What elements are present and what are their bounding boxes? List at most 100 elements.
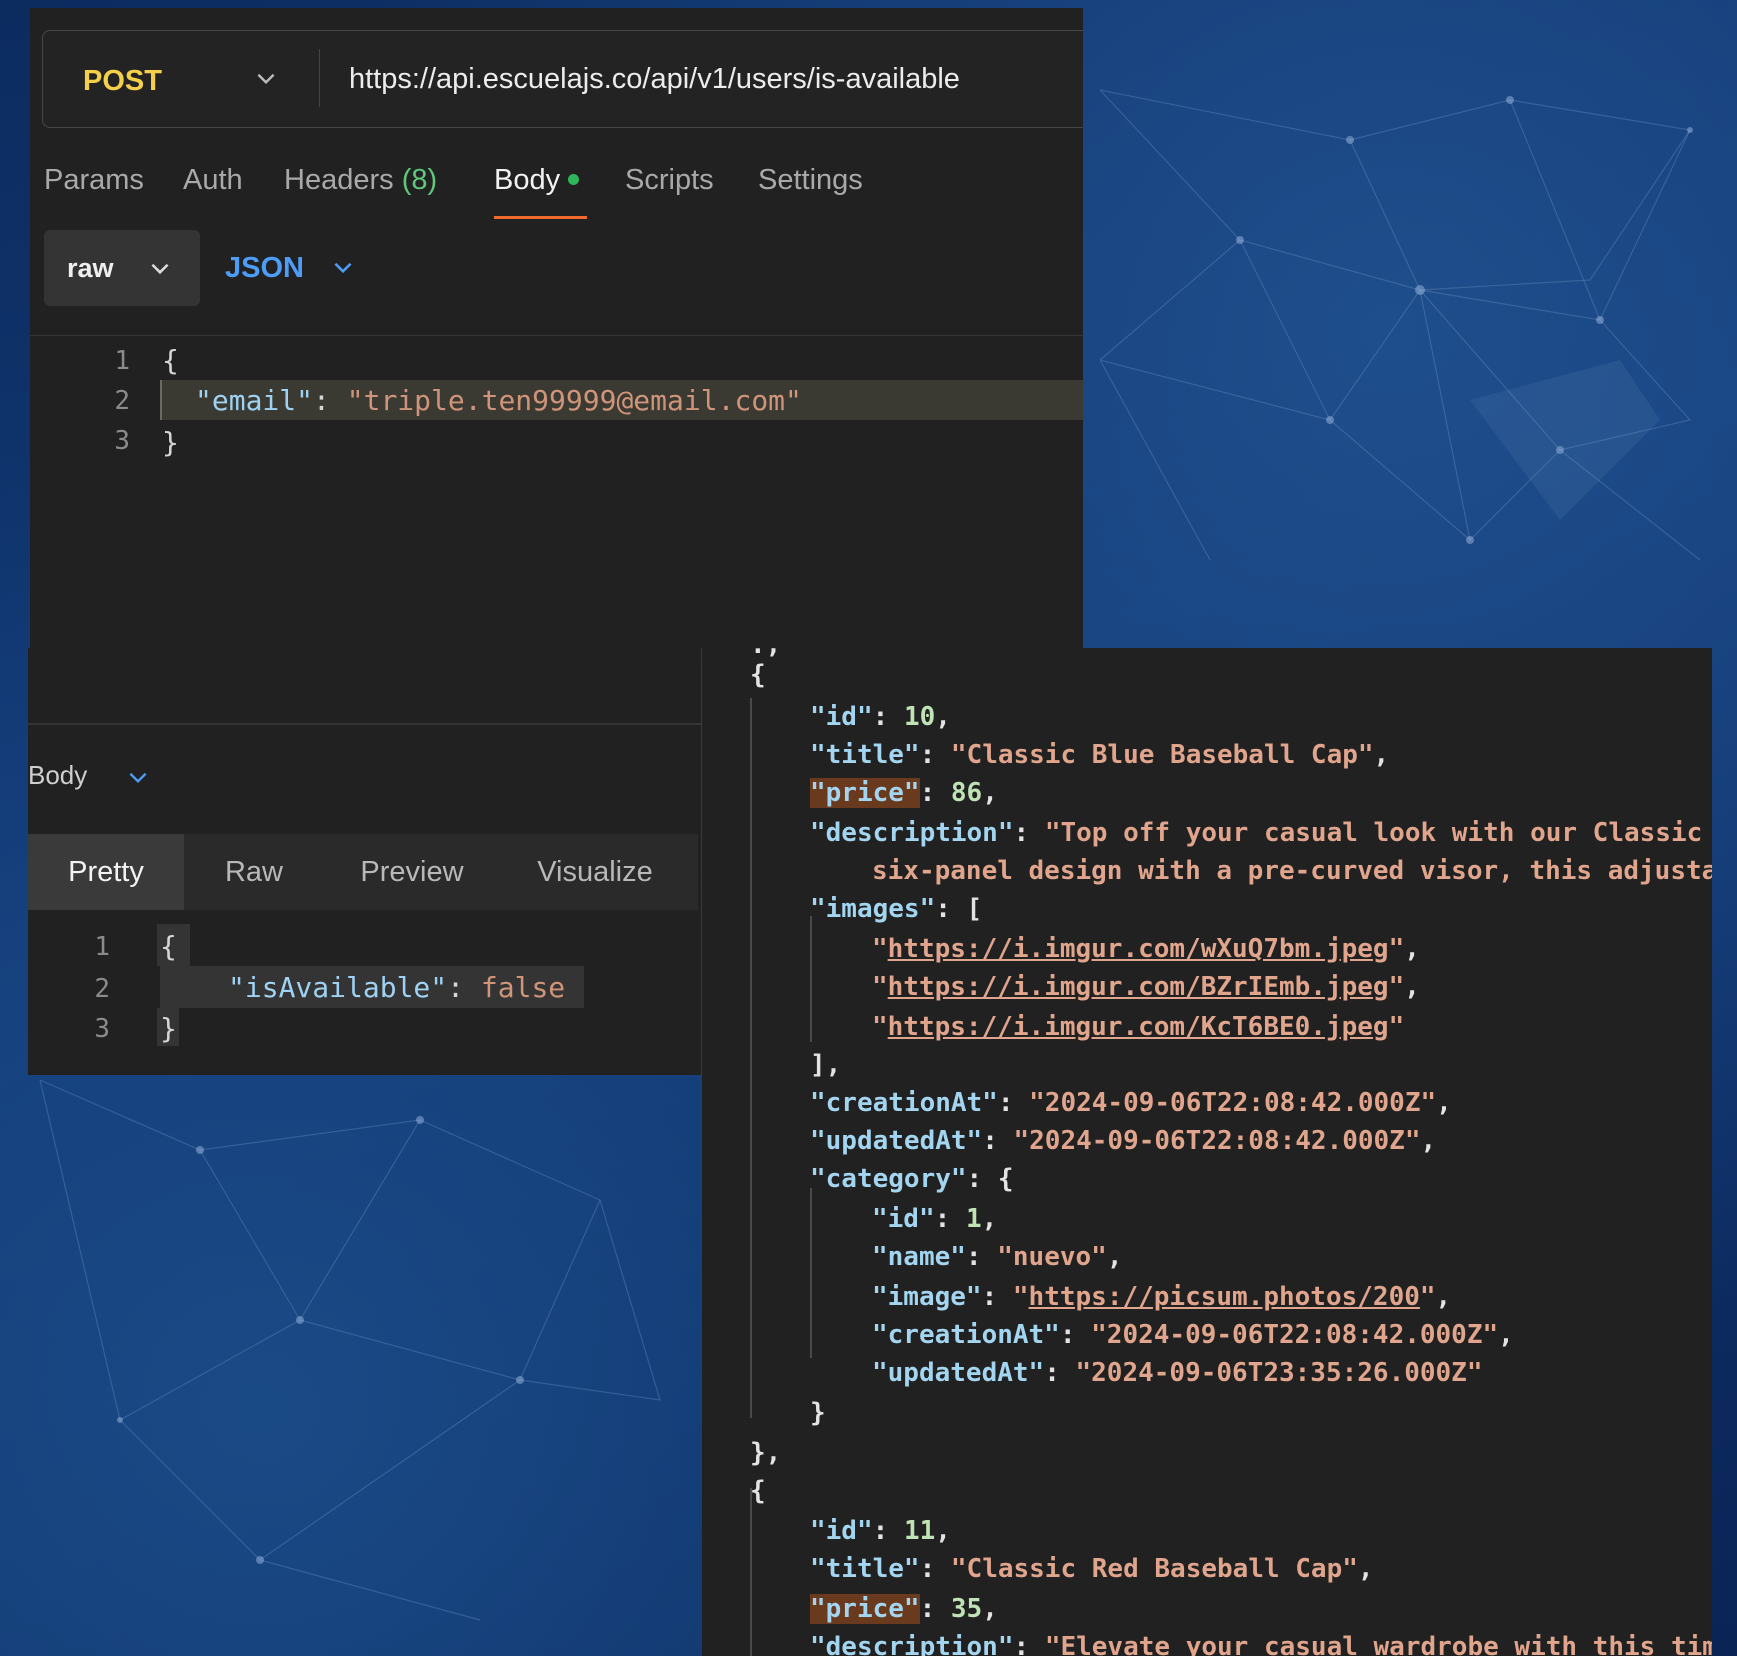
- tab-scripts[interactable]: Scripts: [625, 164, 714, 197]
- request-code-line[interactable]: "email": "triple.ten99999@email.com": [195, 384, 802, 417]
- json-key: "creationAt": [872, 1320, 1060, 1350]
- indent-guide: [160, 380, 162, 420]
- code-brace: {: [750, 1476, 766, 1506]
- body-mode-dropdown[interactable]: raw: [44, 230, 200, 306]
- json-colon: :: [447, 971, 481, 1004]
- code-brace: },: [750, 1438, 782, 1468]
- tab-settings[interactable]: Settings: [758, 164, 863, 197]
- image-link[interactable]: https://i.imgur.com/KcT6BE0.jpeg: [888, 1012, 1389, 1042]
- chevron-down-icon[interactable]: [125, 764, 151, 790]
- json-value: "nuevo": [997, 1242, 1107, 1272]
- json-line-description: "description": "Elevate your casual ward…: [810, 1632, 1712, 1656]
- body-format-dropdown[interactable]: JSON: [225, 252, 304, 285]
- json-image-url[interactable]: "https://i.imgur.com/KcT6BE0.jpeg": [872, 1012, 1404, 1042]
- json-key: "category": [810, 1164, 967, 1194]
- response-body-label[interactable]: Body: [28, 760, 87, 791]
- json-line-category: "category": {: [810, 1164, 1014, 1194]
- line-number: 2: [114, 386, 130, 416]
- json-value: "2024-09-06T23:35:26.000Z": [1075, 1358, 1483, 1388]
- code-brace: {: [162, 344, 179, 377]
- image-link[interactable]: https://i.imgur.com/wXuQ7bm.jpeg: [888, 934, 1389, 964]
- json-line-category-image[interactable]: "image": "https://picsum.photos/200",: [872, 1282, 1451, 1312]
- json-value-wrap: six-panel design with a pre-curved visor…: [872, 856, 1712, 886]
- json-value: "Top off your casual look with our Class…: [1044, 818, 1712, 848]
- json-line-category-updatedAt: "updatedAt": "2024-09-06T23:35:26.000Z": [872, 1358, 1483, 1388]
- json-key: "id": [872, 1204, 935, 1234]
- tab-headers-label: Headers: [284, 164, 394, 196]
- code-brace: }: [162, 426, 179, 459]
- json-value: 35: [950, 1594, 983, 1624]
- tab-raw[interactable]: Raw: [184, 834, 324, 910]
- products-json-panel: ., { "id": 10, "title": "Classic Blue Ba…: [702, 648, 1712, 1656]
- json-key: "email": [195, 384, 314, 417]
- tab-pretty[interactable]: Pretty: [28, 834, 184, 910]
- json-value: "Classic Red Baseball Cap": [950, 1554, 1358, 1584]
- json-key: "updatedAt": [810, 1126, 983, 1156]
- tab-params[interactable]: Params: [44, 164, 144, 197]
- json-line-price: "price": 35,: [810, 1594, 998, 1624]
- response-view-tabs: Pretty Raw Preview Visualize: [28, 834, 698, 910]
- status-dot-icon: [568, 174, 580, 185]
- json-key-highlighted: "price": [810, 1594, 920, 1624]
- json-key: "updatedAt": [872, 1358, 1045, 1388]
- json-line-category-name: "name": "nuevo",: [872, 1242, 1123, 1272]
- line-number: 2: [94, 974, 110, 1004]
- response-panel: Body Pretty Raw Preview Visualize 1 2 3 …: [28, 648, 701, 1075]
- method-selector[interactable]: POST: [83, 65, 162, 98]
- tab-visualize[interactable]: Visualize: [500, 834, 690, 910]
- json-colon: :: [313, 384, 347, 417]
- json-line-category-creationAt: "creationAt": "2024-09-06T22:08:42.000Z"…: [872, 1320, 1514, 1350]
- code-brace: {: [160, 930, 177, 963]
- chevron-down-icon: [151, 263, 169, 275]
- json-line-price: "price": 86,: [810, 778, 998, 808]
- json-key: "title": [810, 1554, 920, 1584]
- url-input[interactable]: https://api.escuelajs.co/api/v1/users/is…: [349, 63, 960, 96]
- code-bracket: ],: [810, 1050, 842, 1080]
- json-value: 1: [965, 1204, 982, 1234]
- json-value: false: [480, 971, 566, 1004]
- json-key: "image": [872, 1282, 982, 1312]
- code-brace: }: [160, 1012, 177, 1045]
- chevron-down-icon[interactable]: [330, 254, 356, 280]
- tab-headers[interactable]: Headers (8): [284, 164, 437, 197]
- code-fragment: .,: [750, 648, 781, 660]
- json-line-id: "id": 10,: [810, 702, 951, 732]
- json-value: "2024-09-06T22:08:42.000Z": [1091, 1320, 1499, 1350]
- json-value: "triple.ten99999@email.com": [346, 384, 802, 417]
- json-line-title: "title": "Classic Red Baseball Cap",: [810, 1554, 1374, 1584]
- divider: [28, 723, 701, 725]
- active-tab-indicator: [494, 216, 587, 219]
- json-key: "description": [810, 818, 1014, 848]
- json-line-images: "images": [: [810, 894, 983, 924]
- json-value: 86: [950, 778, 983, 808]
- json-image-url[interactable]: "https://i.imgur.com/wXuQ7bm.jpeg",: [872, 934, 1420, 964]
- json-line-category-id: "id": 1,: [872, 1204, 998, 1234]
- tab-auth[interactable]: Auth: [183, 164, 243, 197]
- json-image-url[interactable]: "https://i.imgur.com/BZrIEmb.jpeg",: [872, 972, 1420, 1002]
- tab-preview[interactable]: Preview: [324, 834, 500, 910]
- line-number: 1: [94, 932, 110, 962]
- headers-count: (8): [401, 164, 438, 196]
- chevron-down-icon[interactable]: [253, 65, 279, 91]
- tab-body[interactable]: Body: [494, 164, 580, 197]
- indent-guide: [750, 698, 752, 1418]
- json-key: "description": [810, 1632, 1014, 1656]
- response-code-line: "isAvailable": false: [228, 971, 565, 1004]
- json-line-id: "id": 11,: [810, 1516, 951, 1546]
- json-key: "creationAt": [810, 1088, 998, 1118]
- json-key: "id": [810, 1516, 873, 1546]
- line-number: 3: [94, 1014, 110, 1044]
- code-brace: }: [810, 1398, 826, 1428]
- json-key-highlighted: "price": [810, 778, 920, 808]
- json-value: 10: [903, 702, 936, 732]
- json-key: "id": [810, 702, 873, 732]
- json-key: "images": [810, 894, 936, 924]
- image-link[interactable]: https://picsum.photos/200: [1029, 1282, 1420, 1312]
- image-link[interactable]: https://i.imgur.com/BZrIEmb.jpeg: [888, 972, 1389, 1002]
- url-separator: [319, 49, 320, 107]
- indent-guide: [750, 1488, 752, 1656]
- json-value: "2024-09-06T22:08:42.000Z": [1013, 1126, 1421, 1156]
- line-number: 1: [114, 346, 130, 376]
- body-mode-label: raw: [67, 253, 114, 283]
- json-key: "title": [810, 740, 920, 770]
